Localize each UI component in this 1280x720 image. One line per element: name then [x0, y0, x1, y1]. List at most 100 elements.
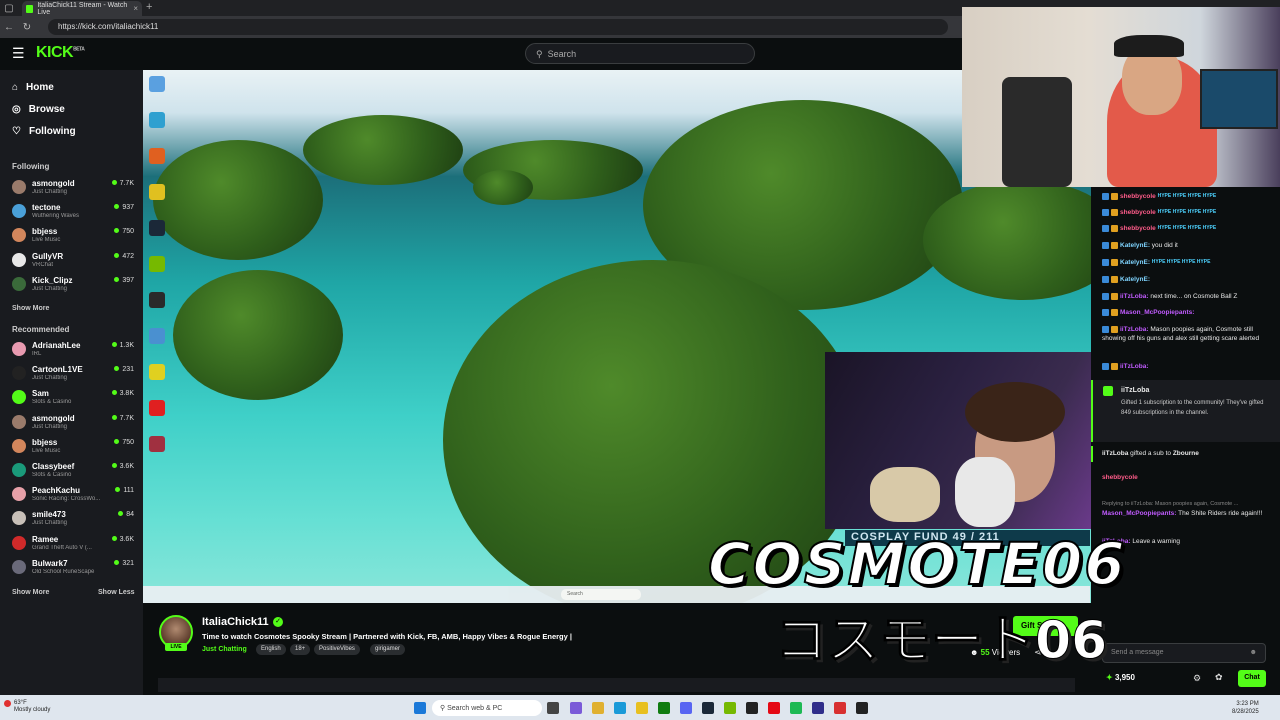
channel-avatar: [12, 438, 26, 453]
file-explorer-icon[interactable]: [592, 702, 604, 714]
epic-games-icon[interactable]: [746, 702, 758, 714]
chat-username[interactable]: KatelynE:: [1120, 276, 1150, 283]
sidebar-channel[interactable]: Kick_Clipz Just Chatting 397: [12, 275, 136, 297]
channel-name: asmongold: [32, 413, 75, 423]
chat-message: KatelynE: HYPE HYPE HYPE HYPE: [1102, 258, 1272, 267]
emoji-icon[interactable]: ☻: [1250, 649, 1257, 656]
sidebar-channel[interactable]: asmongold Just Chatting 7.7K: [12, 178, 136, 200]
chat-input[interactable]: Send a message ☻: [1102, 643, 1266, 663]
sidebar-channel[interactable]: PeachKachu Sonic Racing: CrossWo... 111: [12, 485, 136, 507]
hamburger-menu-icon[interactable]: ☰: [12, 45, 25, 62]
chat-username[interactable]: shebbycole: [1120, 193, 1156, 200]
show-more-following-button[interactable]: Show More: [12, 305, 49, 312]
copilot-icon[interactable]: [570, 702, 582, 714]
chat-username[interactable]: iiTzLoba:: [1120, 293, 1149, 300]
nvidia-icon[interactable]: [149, 256, 165, 272]
chat-text: next time... on Cosmote Ball Z: [1150, 293, 1238, 300]
nav-home[interactable]: ⌂ Home: [12, 82, 54, 93]
recycle-bin-icon[interactable]: [149, 76, 165, 92]
search-input[interactable]: ⚲ Search: [525, 43, 755, 64]
sidebar-channel[interactable]: CartoonL1VE Just Chatting 231: [12, 364, 136, 386]
nav-following[interactable]: ♡ Following: [12, 126, 76, 137]
app-icon[interactable]: [149, 436, 165, 452]
sidebar-channel[interactable]: Bulwark7 Old School RuneScape 321: [12, 558, 136, 580]
chrome-icon[interactable]: [149, 184, 165, 200]
channel-category: Slots & Casino: [32, 399, 72, 406]
sidebar-channel[interactable]: Classybeef Slots & Casino 3.6K: [12, 461, 136, 483]
chat-username[interactable]: Mason_McPoopiepants:: [1120, 309, 1194, 316]
app-icon[interactable]: [149, 292, 165, 308]
tag[interactable]: girigamer: [370, 644, 406, 655]
edge-icon[interactable]: [149, 112, 165, 128]
xbox-icon[interactable]: [658, 702, 670, 714]
stream-category[interactable]: Just Chatting: [202, 646, 247, 653]
settings-gear-icon[interactable]: ⚙: [1193, 673, 1201, 684]
obs-icon[interactable]: [812, 702, 824, 714]
tag[interactable]: English: [256, 644, 286, 655]
weather-widget[interactable]: 63°F Mostly cloudy: [14, 700, 50, 714]
sidebar-channel[interactable]: bbjess Live Music 750: [12, 437, 136, 459]
sidebar-channel[interactable]: Sam Slots & Casino 3.8K: [12, 388, 136, 410]
sidebar-channel[interactable]: bbjess Live Music 750: [12, 226, 136, 248]
edge-icon[interactable]: [614, 702, 626, 714]
chat-username[interactable]: shebbycole: [1120, 225, 1156, 232]
channel-name: tectone: [32, 203, 61, 213]
terminal-icon[interactable]: [856, 702, 868, 714]
sidebar-channel[interactable]: tectone Wuthering Waves 937: [12, 202, 136, 224]
show-more-recommended-button[interactable]: Show More: [12, 589, 49, 596]
sidebar-channel[interactable]: Ramee Grand Theft Auto V (... 3.6K: [12, 534, 136, 556]
chat-username[interactable]: iiTzLoba:: [1120, 326, 1149, 333]
new-tab-button[interactable]: +: [146, 1, 152, 13]
chat-username[interactable]: iiTzLoba:: [1120, 363, 1149, 370]
close-tab-icon[interactable]: ×: [133, 4, 138, 13]
netflix-icon[interactable]: [768, 702, 780, 714]
channel-avatar: [12, 228, 26, 243]
chrome-icon[interactable]: [636, 702, 648, 714]
tag[interactable]: 18+: [290, 644, 311, 655]
tab-menu-icon[interactable]: ▢: [0, 3, 18, 14]
url-field[interactable]: https://kick.com/italiachick11: [48, 19, 948, 35]
channel-points[interactable]: ✦ 3,950: [1106, 673, 1135, 682]
points-icon: ✦: [1106, 673, 1113, 682]
emote-icon[interactable]: ✿: [1215, 672, 1223, 683]
system-clock[interactable]: 3:23 PM 8/28/2025: [1232, 700, 1259, 716]
steam-icon[interactable]: [702, 702, 714, 714]
norton-icon[interactable]: [149, 364, 165, 380]
island-shape: [153, 140, 323, 260]
discord-icon[interactable]: [680, 702, 692, 714]
spotify-icon[interactable]: [790, 702, 802, 714]
channel-avatar: [12, 511, 26, 526]
chat-username[interactable]: KatelynE:: [1120, 242, 1150, 249]
app-icon[interactable]: [834, 702, 846, 714]
chat-send-button[interactable]: Chat: [1238, 670, 1266, 687]
chat-username[interactable]: Mason_McPoopiepants:: [1102, 510, 1176, 517]
kick-logo[interactable]: KICKBETA: [36, 44, 85, 62]
sidebar-channel[interactable]: GullyVR VRChat 472: [12, 251, 136, 273]
sidebar-channel[interactable]: smile473 Just Chatting 84: [12, 509, 136, 531]
streamer-name[interactable]: ItaliaChick11: [202, 616, 269, 628]
adobe-icon[interactable]: [149, 400, 165, 416]
hype-emote: HYPE HYPE HYPE HYPE: [1157, 192, 1217, 199]
tag[interactable]: PositiveVibes: [314, 644, 360, 655]
reload-icon[interactable]: ↻: [18, 22, 36, 33]
desktop-search[interactable]: Search: [561, 589, 641, 600]
sidebar-channel[interactable]: AdrianahLee IRL 1.3K: [12, 340, 136, 362]
browser-tab[interactable]: ItaliaChick11 Stream - Watch Live ×: [22, 1, 142, 16]
app-icon[interactable]: [149, 148, 165, 164]
app-icon[interactable]: [149, 328, 165, 344]
nvidia-icon[interactable]: [724, 702, 736, 714]
badge-icon: [1111, 258, 1118, 266]
windows-start-icon[interactable]: [414, 702, 426, 714]
chat-username[interactable]: shebbycole: [1120, 209, 1156, 216]
chat-username[interactable]: KatelynE:: [1120, 259, 1150, 266]
chat-username[interactable]: shebbycole: [1102, 474, 1138, 481]
show-less-button[interactable]: Show Less: [98, 589, 135, 596]
compass-icon: ◎: [12, 104, 21, 115]
back-icon[interactable]: ←: [0, 22, 18, 33]
nav-browse[interactable]: ◎ Browse: [12, 104, 65, 115]
sidebar-channel[interactable]: asmongold Just Chatting 7.7K: [12, 413, 136, 435]
steam-icon[interactable]: [149, 220, 165, 236]
badge-icon: [1111, 208, 1118, 216]
os-search-box[interactable]: ⚲ Search web & PC: [432, 700, 542, 716]
task-view-icon[interactable]: [547, 702, 559, 714]
